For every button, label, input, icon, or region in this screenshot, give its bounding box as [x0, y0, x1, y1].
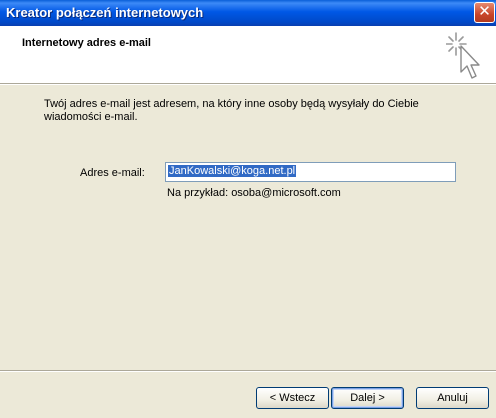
description-text: Twój adres e-mail jest adresem, na który… — [44, 98, 419, 123]
email-field-value: JanKowalski@koga.net.pl — [168, 165, 297, 177]
wizard-header: Internetowy adres e-mail — [0, 26, 496, 84]
window-title: Kreator połączeń internetowych — [6, 5, 204, 20]
title-bar[interactable]: Kreator połączeń internetowych ✕ — [0, 0, 496, 26]
page-title: Internetowy adres e-mail — [22, 37, 151, 49]
cancel-button[interactable]: Anuluj — [416, 387, 489, 409]
header-divider — [0, 84, 496, 85]
footer-divider — [0, 370, 496, 372]
email-example-hint: Na przykład: osoba@microsoft.com — [167, 187, 341, 199]
close-button[interactable]: ✕ — [474, 2, 495, 23]
wizard-cursor-sparkle-icon — [446, 32, 480, 79]
next-button[interactable]: Dalej > — [331, 387, 404, 409]
back-button[interactable]: < Wstecz — [256, 387, 329, 409]
email-field[interactable]: JanKowalski@koga.net.pl — [165, 162, 456, 182]
close-icon: ✕ — [478, 3, 491, 20]
email-label: Adres e-mail: — [80, 167, 145, 179]
